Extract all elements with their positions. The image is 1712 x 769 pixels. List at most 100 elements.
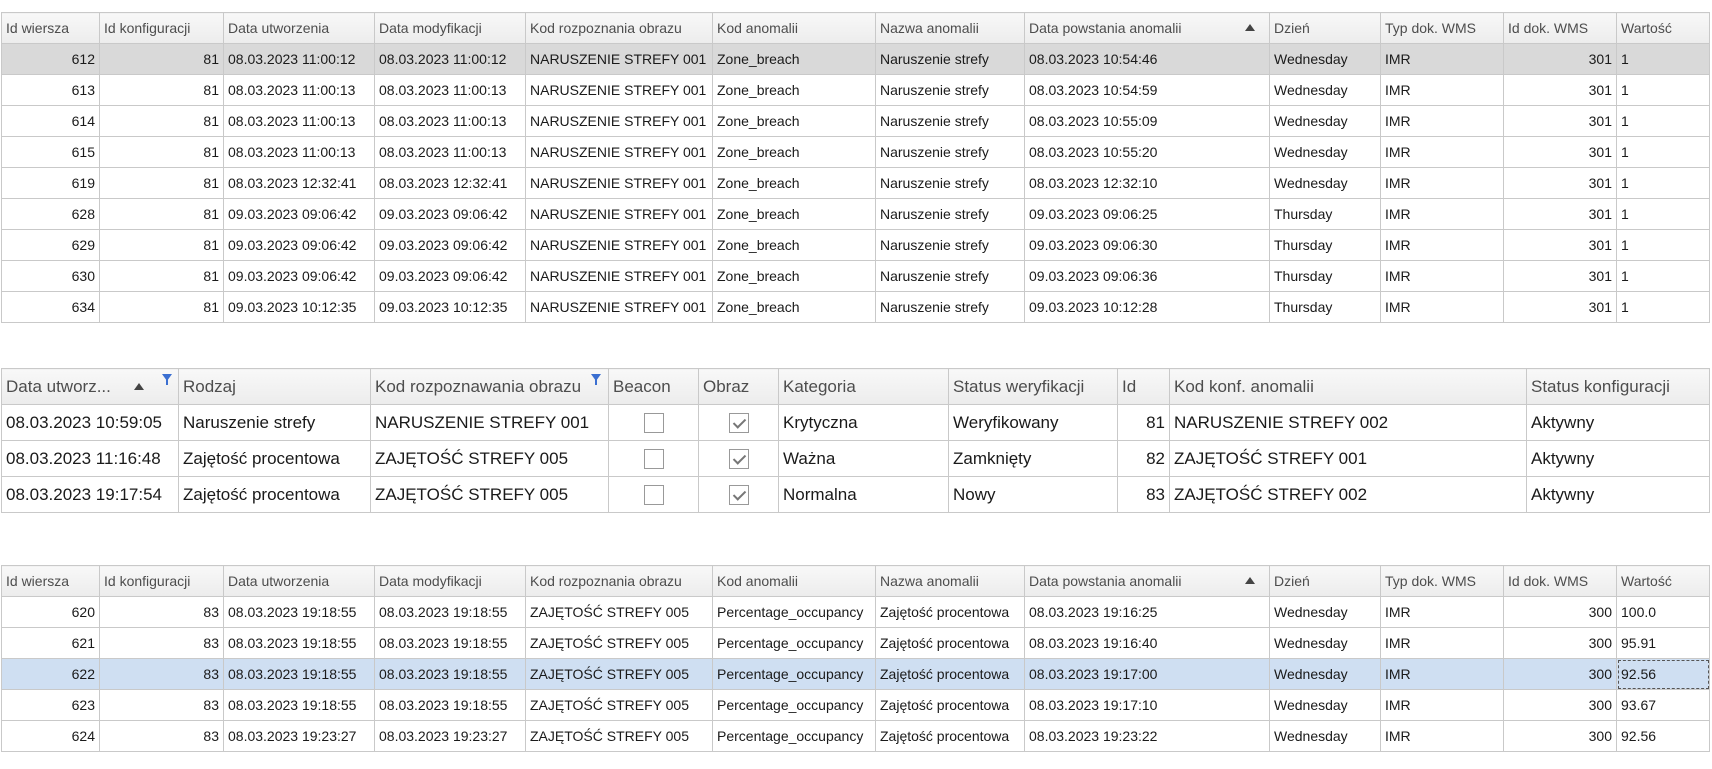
cell-id-wiersza[interactable]: 628 <box>1 198 100 230</box>
cell-data-utworzenia[interactable]: 09.03.2023 09:06:42 <box>223 260 375 292</box>
cell-id[interactable]: 81 <box>1117 404 1170 441</box>
cell-kod-konf[interactable]: ZAJĘTOŚĆ STREFY 002 <box>1169 476 1527 513</box>
cell-dzien[interactable]: Thursday <box>1269 291 1381 323</box>
cell-data-modyfikacji[interactable]: 08.03.2023 12:32:41 <box>374 167 526 199</box>
cell-nazwa-anomalii[interactable]: Naruszenie strefy <box>875 74 1025 106</box>
cell-data-modyfikacji[interactable]: 08.03.2023 19:23:27 <box>374 720 526 752</box>
column-header-dzien[interactable]: Dzień <box>1269 12 1381 44</box>
table-row[interactable]: 614 81 08.03.2023 11:00:13 08.03.2023 11:00… <box>1 105 1710 137</box>
cell-kod-anomalii[interactable]: Percentage_occupancy <box>712 689 876 721</box>
column-header-id[interactable]: Id <box>1117 368 1170 405</box>
cell-nazwa-anomalii[interactable]: Zajętość procentowa <box>875 627 1025 659</box>
cell-kod-anomalii[interactable]: Percentage_occupancy <box>712 596 876 628</box>
cell-data-powstania-anomalii[interactable]: 08.03.2023 10:54:59 <box>1024 74 1270 106</box>
column-header-kod-anomalii[interactable]: Kod anomalii <box>712 565 876 597</box>
cell-data-powstania-anomalii[interactable]: 09.03.2023 09:06:36 <box>1024 260 1270 292</box>
cell-nazwa-anomalii[interactable]: Naruszenie strefy <box>875 43 1025 75</box>
table-row[interactable]: 08.03.2023 11:16:48 Zajętość procentowa ZA… <box>1 440 1710 477</box>
cell-id-konfiguracji[interactable]: 83 <box>99 658 224 690</box>
column-header-id-wiersza[interactable]: Id wiersza <box>1 565 100 597</box>
cell-data-utworzenia[interactable]: 08.03.2023 11:00:13 <box>223 74 375 106</box>
column-header-id-konfiguracji[interactable]: Id konfiguracji <box>99 12 224 44</box>
obraz-checkbox[interactable] <box>728 412 749 433</box>
column-header-id-wiersza[interactable]: Id wiersza <box>1 12 100 44</box>
table-row[interactable]: 621 83 08.03.2023 19:18:55 08.03.2023 19:18… <box>1 627 1710 659</box>
cell-nazwa-anomalii[interactable]: Naruszenie strefy <box>875 167 1025 199</box>
cell-data-powstania-anomalii[interactable]: 09.03.2023 10:12:28 <box>1024 291 1270 323</box>
cell-wartosc[interactable]: 1 <box>1616 198 1710 230</box>
cell-dzien[interactable]: Thursday <box>1269 229 1381 261</box>
cell-nazwa-anomalii[interactable]: Zajętość procentowa <box>875 596 1025 628</box>
cell-wartosc[interactable]: 1 <box>1616 105 1710 137</box>
cell-id-konfiguracji[interactable]: 81 <box>99 198 224 230</box>
cell-wartosc[interactable]: 1 <box>1616 229 1710 261</box>
cell-data-utworzenia[interactable]: 08.03.2023 11:00:12 <box>223 43 375 75</box>
cell-data-modyfikacji[interactable]: 08.03.2023 19:18:55 <box>374 596 526 628</box>
table-row[interactable]: 613 81 08.03.2023 11:00:13 08.03.2023 11:00… <box>1 74 1710 106</box>
cell-data-powstania-anomalii[interactable]: 08.03.2023 19:17:00 <box>1024 658 1270 690</box>
cell-data-powstania-anomalii[interactable]: 08.03.2023 10:54:46 <box>1024 43 1270 75</box>
cell-data-modyfikacji[interactable]: 08.03.2023 19:18:55 <box>374 627 526 659</box>
cell-id-dok-wms[interactable]: 301 <box>1503 260 1617 292</box>
column-header-data-modyfikacji[interactable]: Data modyfikacji <box>374 565 526 597</box>
cell-nazwa-anomalii[interactable]: Naruszenie strefy <box>875 260 1025 292</box>
cell-kod-konf[interactable]: ZAJĘTOŚĆ STREFY 001 <box>1169 440 1527 477</box>
cell-kod-rozpoznania-obrazu[interactable]: ZAJĘTOŚĆ STREFY 005 <box>525 627 713 659</box>
cell-data-utworzenia[interactable]: 09.03.2023 09:06:42 <box>223 198 375 230</box>
cell-typ-dok-wms[interactable]: IMR <box>1380 198 1504 230</box>
cell-data-utworzenia[interactable]: 08.03.2023 19:18:55 <box>223 627 375 659</box>
column-header-dzien[interactable]: Dzień <box>1269 565 1381 597</box>
cell-data[interactable]: 08.03.2023 19:17:54 <box>1 476 179 513</box>
table-row[interactable]: 623 83 08.03.2023 19:18:55 08.03.2023 19:18… <box>1 689 1710 721</box>
cell-rodzaj[interactable]: Naruszenie strefy <box>178 404 371 441</box>
cell-kod-rozpoznania-obrazu[interactable]: NARUSZENIE STREFY 001 <box>525 229 713 261</box>
cell-id-dok-wms[interactable]: 301 <box>1503 229 1617 261</box>
cell-data-utworzenia[interactable]: 09.03.2023 09:06:42 <box>223 229 375 261</box>
cell-kod-rozpoznania-obrazu[interactable]: NARUSZENIE STREFY 001 <box>525 43 713 75</box>
cell-kod-rozpoznania-obrazu[interactable]: NARUSZENIE STREFY 001 <box>525 105 713 137</box>
table-row[interactable]: 629 81 09.03.2023 09:06:42 09.03.2023 09:06… <box>1 229 1710 261</box>
cell-data-powstania-anomalii[interactable]: 08.03.2023 10:55:09 <box>1024 105 1270 137</box>
column-header-nazwa-anomalii[interactable]: Nazwa anomalii <box>875 565 1025 597</box>
cell-data-powstania-anomalii[interactable]: 08.03.2023 19:23:22 <box>1024 720 1270 752</box>
cell-id-konfiguracji[interactable]: 81 <box>99 136 224 168</box>
beacon-checkbox[interactable] <box>643 448 664 469</box>
cell-data-powstania-anomalii[interactable]: 08.03.2023 19:17:10 <box>1024 689 1270 721</box>
cell-kod-rozpoznania-obrazu[interactable]: ZAJĘTOŚĆ STREFY 005 <box>525 689 713 721</box>
cell-wartosc[interactable]: 1 <box>1616 43 1710 75</box>
cell-id-konfiguracji[interactable]: 83 <box>99 596 224 628</box>
cell-dzien[interactable]: Wednesday <box>1269 105 1381 137</box>
cell-data-utworzenia[interactable]: 08.03.2023 11:00:13 <box>223 105 375 137</box>
cell-data-powstania-anomalii[interactable]: 08.03.2023 12:32:10 <box>1024 167 1270 199</box>
cell-id-konfiguracji[interactable]: 83 <box>99 689 224 721</box>
column-header-kod-rozpoznawania[interactable]: Kod rozpoznawania obrazu <box>370 368 609 405</box>
column-header-status-weryfikacji[interactable]: Status weryfikacji <box>948 368 1118 405</box>
cell-beacon[interactable] <box>608 476 699 513</box>
cell-id-wiersza[interactable]: 623 <box>1 689 100 721</box>
cell-id-konfiguracji[interactable]: 83 <box>99 720 224 752</box>
table-row[interactable]: 08.03.2023 19:17:54 Zajętość procentowa ZA… <box>1 476 1710 513</box>
cell-kod-rozpoznania-obrazu[interactable]: ZAJĘTOŚĆ STREFY 005 <box>525 720 713 752</box>
column-header-obraz[interactable]: Obraz <box>698 368 779 405</box>
cell-nazwa-anomalii[interactable]: Naruszenie strefy <box>875 291 1025 323</box>
filter-icon[interactable] <box>162 374 172 385</box>
cell-nazwa-anomalii[interactable]: Naruszenie strefy <box>875 198 1025 230</box>
cell-data-modyfikacji[interactable]: 09.03.2023 10:12:35 <box>374 291 526 323</box>
cell-id-dok-wms[interactable]: 300 <box>1503 627 1617 659</box>
cell-obraz[interactable] <box>698 404 779 441</box>
table-row[interactable]: 08.03.2023 10:59:05 Naruszenie strefy NARU… <box>1 404 1710 441</box>
cell-status[interactable]: Weryfikowany <box>948 404 1118 441</box>
column-header-wartosc[interactable]: Wartość <box>1616 12 1710 44</box>
cell-rodzaj[interactable]: Zajętość procentowa <box>178 440 371 477</box>
cell-wartosc[interactable]: 1 <box>1616 167 1710 199</box>
cell-obraz[interactable] <box>698 476 779 513</box>
cell-id-wiersza[interactable]: 612 <box>1 43 100 75</box>
cell-kategoria[interactable]: Krytyczna <box>778 404 949 441</box>
table-row[interactable]: 612 81 08.03.2023 11:00:12 08.03.2023 11:00… <box>1 43 1710 75</box>
cell-dzien[interactable]: Wednesday <box>1269 74 1381 106</box>
table-row[interactable]: 624 83 08.03.2023 19:23:27 08.03.2023 19:23… <box>1 720 1710 752</box>
cell-kategoria[interactable]: Ważna <box>778 440 949 477</box>
cell-beacon[interactable] <box>608 404 699 441</box>
cell-typ-dok-wms[interactable]: IMR <box>1380 658 1504 690</box>
column-header-typ-dok-wms[interactable]: Typ dok. WMS <box>1380 565 1504 597</box>
